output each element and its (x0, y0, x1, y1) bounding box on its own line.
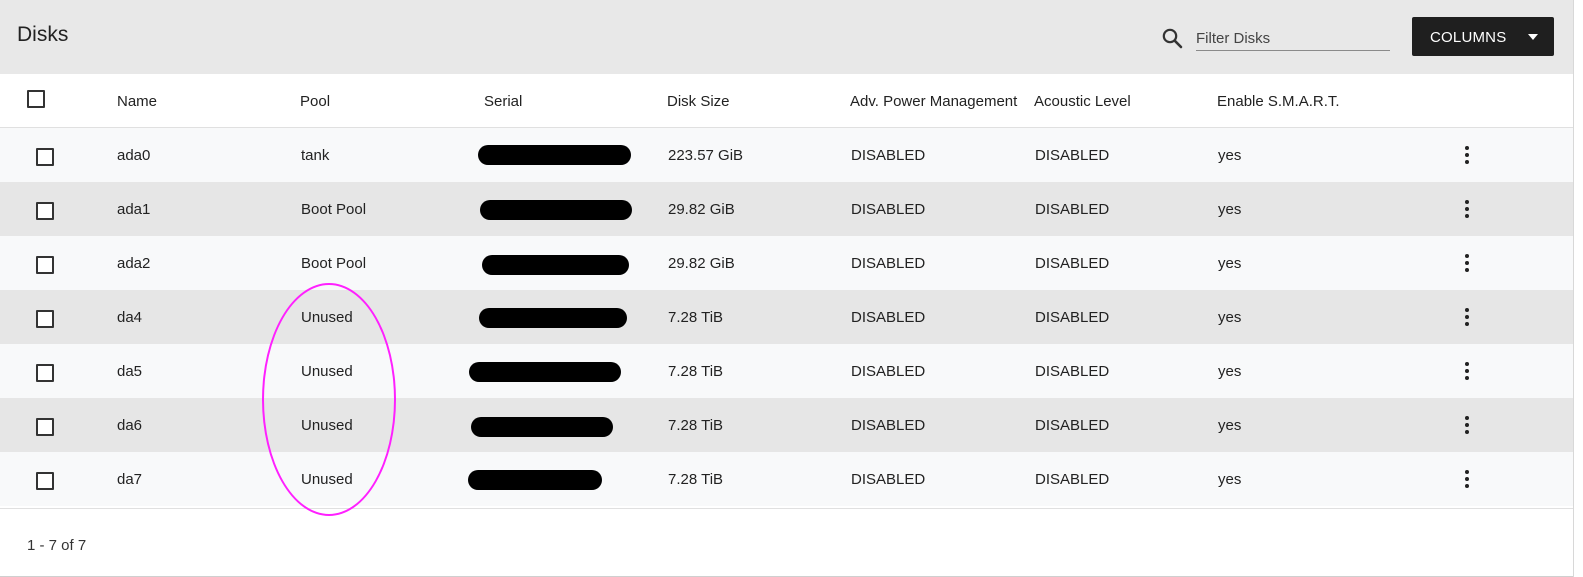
disk-size: 29.82 GiB (668, 255, 735, 272)
disk-name: da7 (117, 471, 143, 488)
more-vert-icon[interactable] (1461, 144, 1473, 166)
disk-pool: Unused (301, 471, 353, 488)
disk-name: ada0 (117, 147, 151, 164)
disk-pool: tank (301, 147, 330, 164)
disk-apm: DISABLED (851, 147, 926, 164)
serial-redaction (482, 255, 629, 275)
disk-pool: Boot Pool (301, 201, 367, 218)
disk-smart: yes (1218, 309, 1242, 326)
disk-acoustic-level: DISABLED (1035, 201, 1110, 218)
disk-name: ada2 (117, 255, 151, 272)
column-header-serial[interactable]: Serial (484, 93, 522, 110)
disk-smart: yes (1218, 147, 1242, 164)
page-header: Disks COLUMNS (0, 0, 1573, 74)
columns-button[interactable]: COLUMNS (1412, 17, 1554, 56)
row-checkbox[interactable] (36, 256, 54, 274)
table-row[interactable]: da7 Unused 7.28 TiB DISABLED DISABLED ye… (0, 452, 1573, 506)
column-header-name[interactable]: Name (117, 93, 157, 110)
serial-redaction (468, 470, 602, 490)
serial-redaction (478, 145, 631, 165)
disk-apm: DISABLED (851, 471, 926, 488)
disk-smart: yes (1218, 471, 1242, 488)
table-row[interactable]: da5 Unused 7.28 TiB DISABLED DISABLED ye… (0, 344, 1573, 398)
disk-acoustic-level: DISABLED (1035, 255, 1110, 272)
disk-size: 7.28 TiB (668, 417, 724, 434)
disk-size: 7.28 TiB (668, 309, 724, 326)
column-header-adv-power-management[interactable]: Adv. Power Management (850, 93, 1017, 110)
row-checkbox[interactable] (36, 148, 54, 166)
disk-name: da5 (117, 363, 143, 380)
select-all-checkbox[interactable] (27, 90, 45, 108)
disk-pool: Unused (301, 417, 353, 434)
disk-size: 29.82 GiB (668, 201, 735, 218)
table-header-row: Name Pool Serial Disk Size Adv. Power Ma… (0, 74, 1573, 128)
more-vert-icon[interactable] (1461, 468, 1473, 490)
disk-name: da4 (117, 309, 143, 326)
more-vert-icon[interactable] (1461, 360, 1473, 382)
disk-apm: DISABLED (851, 417, 926, 434)
table-footer: 1 - 7 of 7 (0, 508, 1573, 577)
disk-size: 7.28 TiB (668, 471, 724, 488)
disk-apm: DISABLED (851, 363, 926, 380)
row-checkbox[interactable] (36, 310, 54, 328)
disk-acoustic-level: DISABLED (1035, 309, 1110, 326)
serial-redaction (471, 417, 613, 437)
disk-smart: yes (1218, 417, 1242, 434)
more-vert-icon[interactable] (1461, 198, 1473, 220)
disk-apm: DISABLED (851, 201, 926, 218)
column-header-pool[interactable]: Pool (300, 93, 330, 110)
disk-name: ada1 (117, 201, 151, 218)
table-row[interactable]: da6 Unused 7.28 TiB DISABLED DISABLED ye… (0, 398, 1573, 452)
row-checkbox[interactable] (36, 364, 54, 382)
disk-acoustic-level: DISABLED (1035, 147, 1110, 164)
more-vert-icon[interactable] (1461, 306, 1473, 328)
disk-pool: Unused (301, 363, 353, 380)
column-header-disk-size[interactable]: Disk Size (667, 93, 730, 110)
disk-smart: yes (1218, 201, 1242, 218)
more-vert-icon[interactable] (1461, 252, 1473, 274)
disk-apm: DISABLED (851, 255, 926, 272)
disk-pool: Unused (301, 309, 353, 326)
disk-name: da6 (117, 417, 143, 434)
disk-pool: Boot Pool (301, 255, 367, 272)
caret-down-icon (1528, 34, 1538, 40)
disk-acoustic-level: DISABLED (1035, 417, 1110, 434)
disk-apm: DISABLED (851, 309, 926, 326)
row-checkbox[interactable] (36, 418, 54, 436)
filter-disks-input[interactable] (1196, 26, 1390, 51)
search-icon[interactable] (1160, 26, 1184, 50)
table-row[interactable]: ada2 Boot Pool 29.82 GiB DISABLED DISABL… (0, 236, 1573, 290)
table-row[interactable]: ada1 Boot Pool 29.82 GiB DISABLED DISABL… (0, 182, 1573, 236)
page-title: Disks (17, 23, 69, 46)
serial-redaction (479, 308, 627, 328)
table-row[interactable]: ada0 tank 223.57 GiB DISABLED DISABLED y… (0, 128, 1573, 182)
column-header-acoustic-level[interactable]: Acoustic Level (1034, 93, 1131, 110)
disk-smart: yes (1218, 255, 1242, 272)
paginator-range-label: 1 - 7 of 7 (27, 537, 87, 554)
row-checkbox[interactable] (36, 202, 54, 220)
disk-acoustic-level: DISABLED (1035, 363, 1110, 380)
serial-redaction (480, 200, 632, 220)
disk-size: 223.57 GiB (668, 147, 744, 164)
disk-smart: yes (1218, 363, 1242, 380)
disk-acoustic-level: DISABLED (1035, 471, 1110, 488)
more-vert-icon[interactable] (1461, 414, 1473, 436)
column-header-enable-smart[interactable]: Enable S.M.A.R.T. (1217, 93, 1340, 110)
columns-button-label: COLUMNS (1430, 29, 1507, 46)
disk-size: 7.28 TiB (668, 363, 724, 380)
row-checkbox[interactable] (36, 472, 54, 490)
disks-page: Disks COLUMNS Name Pool Serial Disk Size… (0, 0, 1574, 577)
table-row[interactable]: da4 Unused 7.28 TiB DISABLED DISABLED ye… (0, 290, 1573, 344)
serial-redaction (469, 362, 621, 382)
